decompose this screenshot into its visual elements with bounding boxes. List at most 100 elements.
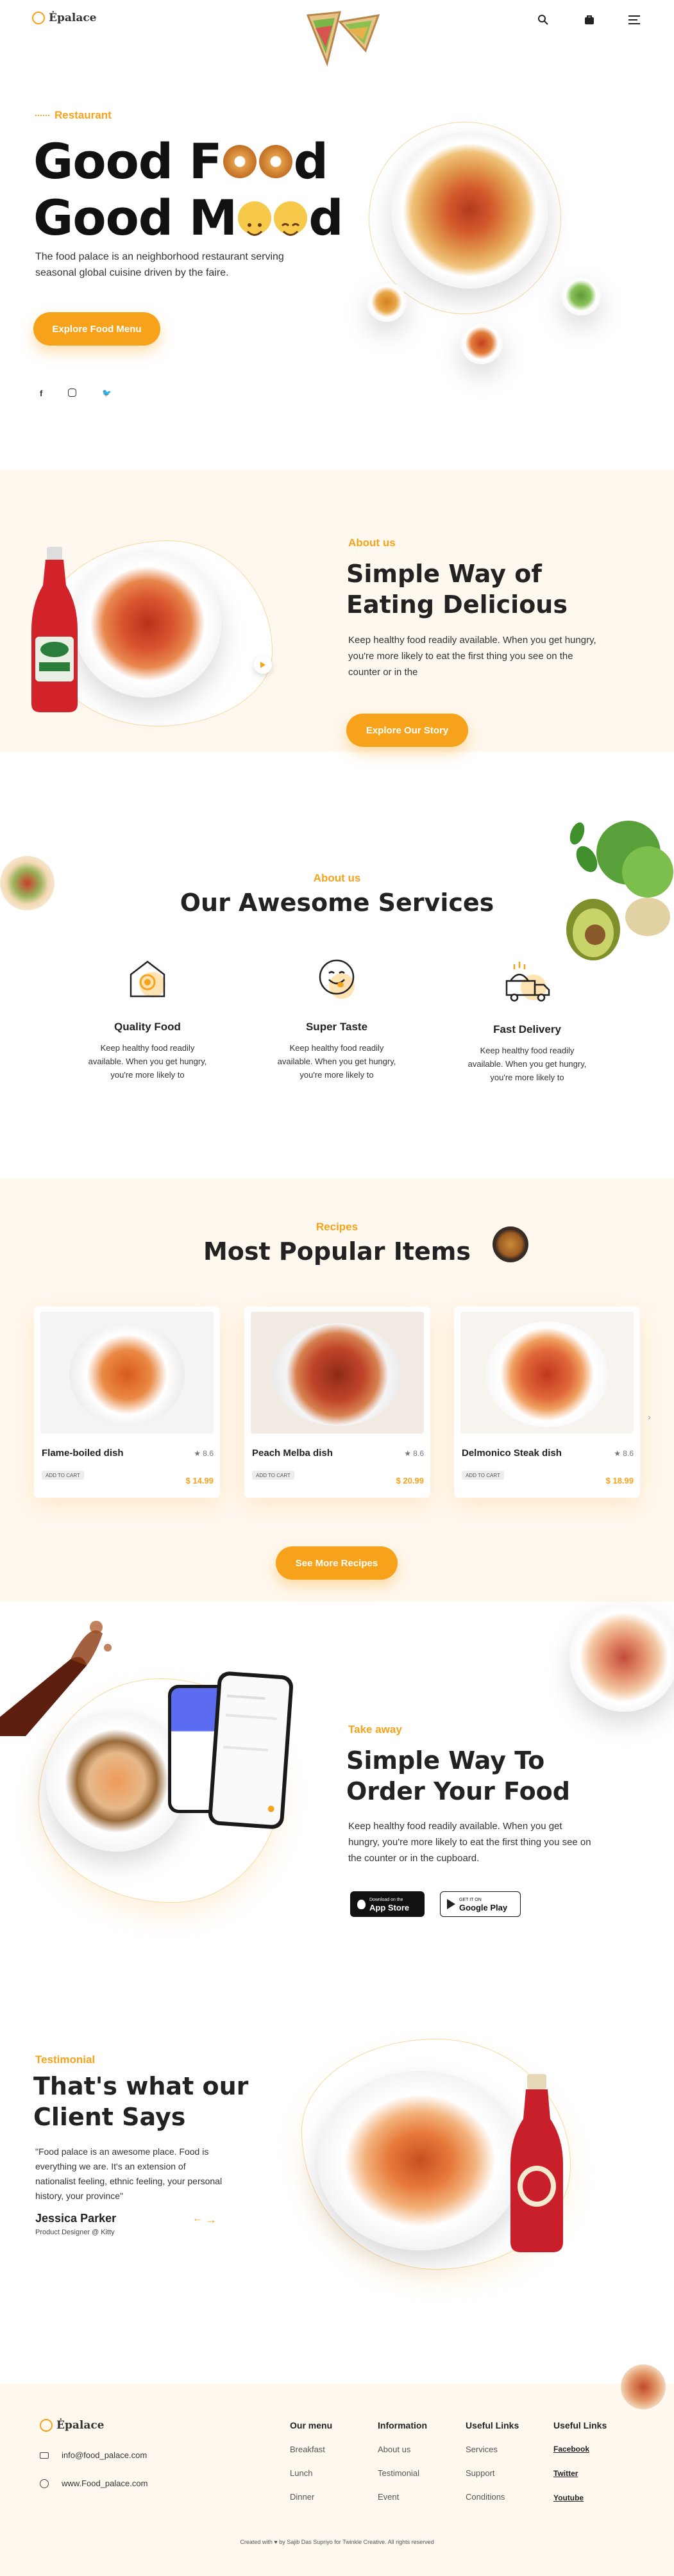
services-section: About us Our Awesome Services Quality Fo… [0,808,674,1141]
recipe-card[interactable]: Flame-boiled dish ★ 8.6 ADD TO CART $ 14… [34,1307,220,1498]
footer-link[interactable]: Services [466,2445,519,2454]
testimonial-eyebrow: Testimonial [35,2053,96,2066]
footer-link[interactable]: Conditions [466,2492,519,2502]
about-eyebrow: About us [348,537,396,549]
bag-icon[interactable] [584,14,595,26]
recipe-name: Flame-boiled dish [42,1448,124,1459]
logo-text: Ėpalace [49,12,97,24]
ketchup-bottle-image [29,547,80,714]
facebook-link[interactable]: Facebook [553,2445,607,2454]
phone-screen-line [223,1746,269,1752]
hero-eyebrow-text: Restaurant [55,109,112,121]
about-section: About us Simple Way of Eating Delicious … [0,470,674,752]
testimonial-title-line1: That's what our [33,2072,249,2100]
google-play-big: Google Play [459,1903,508,1912]
footer-website[interactable]: www.Food_palace.com [40,2479,147,2488]
donut-icon [223,145,257,178]
smiley-icon [274,201,308,236]
recipe-card[interactable]: Peach Melba dish ★ 8.6 ADD TO CART $ 20.… [244,1307,430,1498]
recipes-title: Most Popular Items [203,1237,471,1266]
takeaway-title-line1: Simple Way To [346,1746,545,1775]
seafood-plate-image [317,2071,523,2250]
phone-mockup-front [207,1671,294,1830]
youtube-link[interactable]: Youtube [553,2493,607,2502]
mail-icon [40,2452,49,2459]
play-icon [260,662,265,668]
footer-email[interactable]: info@food_palace.com [40,2450,147,2460]
services-title: Our Awesome Services [180,889,494,917]
footer-link[interactable]: Support [466,2468,519,2478]
explore-food-menu-button[interactable]: Explore Food Menu [33,312,160,346]
takeaway-title-line2: Order Your Food [346,1777,570,1805]
recipe-name: Peach Melba dish [252,1448,333,1459]
recipe-rating: ★ 8.6 [404,1449,424,1458]
recipe-image [251,1312,424,1434]
recipe-card[interactable]: Delmonico Steak dish ★ 8.6 ADD TO CART $… [454,1307,640,1498]
testimonial-section: Testimonial That's what our Client Says … [0,2020,674,2379]
footer-link[interactable]: Testimonial [378,2468,427,2478]
hero-title-line1: Good F d [33,135,328,188]
service-text: Keep healthy food readily available. Whe… [88,1043,207,1080]
search-icon[interactable] [537,14,549,26]
phone-screen-dot [267,1805,275,1812]
recipe-name: Delmonico Steak dish [462,1448,562,1459]
service-item: Fast Delivery Keep healthy food readily … [463,955,591,1084]
logo-mark-icon [40,2419,53,2432]
takeaway-section: Take away Simple Way To Order Your Food … [0,1602,674,1935]
footer-column-title: Information [378,2420,427,2430]
eyebrow-dash [35,115,49,116]
noodle-bowl-decoration-image [493,1226,528,1262]
twitter-icon[interactable]: 🐦 [102,389,112,398]
flame-boiled-dish-image [69,1323,185,1426]
recipe-image [40,1312,214,1434]
app-store-button[interactable]: Download on the App Store [350,1891,425,1917]
recipe-price: $ 14.99 [185,1476,214,1485]
side-dish-image [460,322,503,364]
carousel-next-icon[interactable]: › [648,1412,651,1422]
facebook-icon[interactable]: f [40,389,42,398]
about-title-line2: Eating Delicious [346,590,568,619]
explore-our-story-button[interactable]: Explore Our Story [346,714,468,747]
recipes-eyebrow: Recipes [316,1221,358,1233]
hero-title-line2: Good M d [33,189,344,246]
footer-logo[interactable]: Ėpalace [40,2419,105,2432]
see-more-recipes-button[interactable]: See More Recipes [276,1546,398,1580]
footer-link[interactable]: Dinner [290,2492,332,2502]
google-play-icon [447,1899,455,1909]
apple-icon [357,1899,366,1909]
menu-icon[interactable] [628,15,640,24]
pasta-decoration-image [569,1603,674,1712]
play-video-button[interactable] [254,656,272,674]
service-text: Keep healthy food readily available. Whe… [277,1043,396,1080]
social-links: f 🐦 [40,389,112,398]
footer-link[interactable]: Breakfast [290,2445,332,2454]
logo-mark-icon [32,12,45,24]
service-text: Keep healthy food readily available. Whe… [468,1046,587,1082]
footer-link[interactable]: Event [378,2492,427,2502]
recipe-image [460,1312,634,1434]
hero-title-part: Good M [33,189,237,246]
tasty-face-icon [314,955,360,1001]
hero-eyebrow: Restaurant [35,109,112,122]
service-title: Super Taste [305,1021,368,1033]
logo[interactable]: Ėpalace [32,12,97,24]
globe-icon [40,2479,49,2488]
testimonial-role: Product Designer @ Kitty [35,2229,115,2236]
footer-link[interactable]: Lunch [290,2468,332,2478]
side-dish-image [367,282,407,322]
ketchup-bottle-image [508,2074,566,2254]
twitter-link[interactable]: Twitter [553,2469,607,2478]
footer-website-text: www.Food_palace.com [62,2479,148,2488]
add-to-cart-button[interactable]: ADD TO CART [252,1471,294,1480]
footer-link[interactable]: About us [378,2445,427,2454]
testimonial-next-icon[interactable]: → [205,2213,217,2227]
app-store-big: App Store [369,1903,410,1912]
phone-screen-line [225,1714,277,1720]
testimonial-prev-icon[interactable]: ← [192,2213,203,2225]
google-play-button[interactable]: GET IT ON Google Play [440,1891,521,1917]
instagram-icon[interactable] [68,389,77,397]
phone-screen [212,1675,290,1826]
add-to-cart-button[interactable]: ADD TO CART [42,1471,84,1480]
service-title: Fast Delivery [493,1023,561,1035]
add-to-cart-button[interactable]: ADD TO CART [462,1471,504,1480]
